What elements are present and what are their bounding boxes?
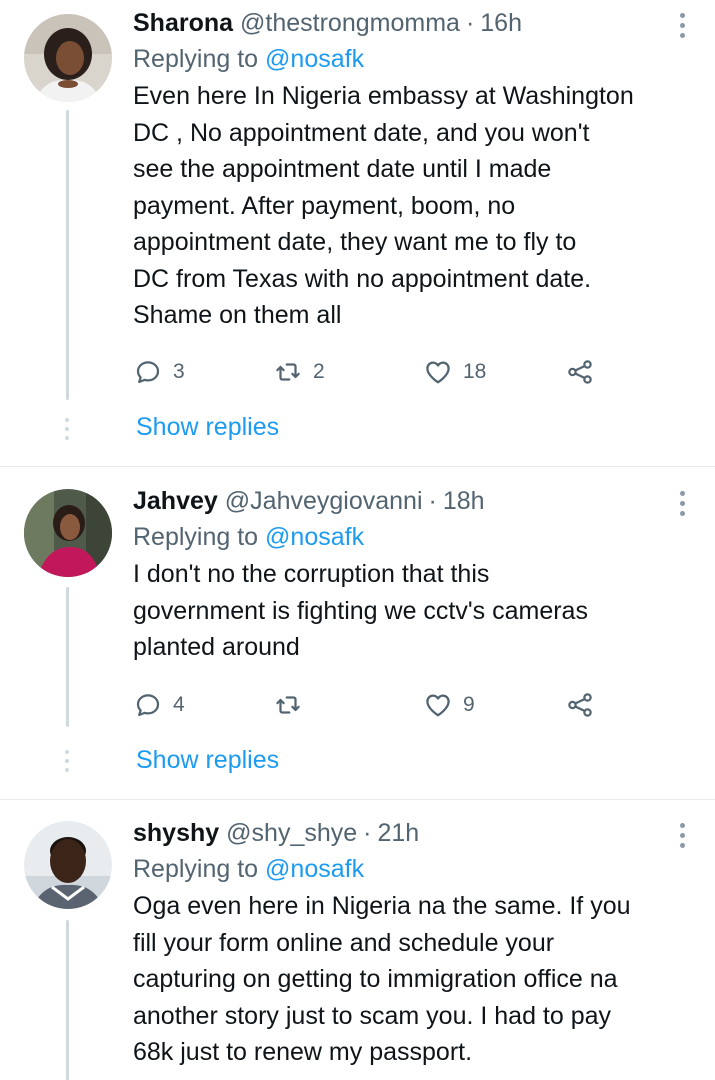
avatar[interactable] bbox=[24, 821, 112, 909]
retweet-icon bbox=[276, 363, 300, 381]
thread-line bbox=[66, 920, 69, 1080]
like-button[interactable]: 18 bbox=[423, 357, 486, 387]
reply-button[interactable]: 4 bbox=[133, 690, 185, 720]
thread-line bbox=[66, 110, 69, 400]
display-name[interactable]: Jahvey bbox=[133, 486, 218, 516]
tweet-header: Sharona @thestrongmomma · 16h bbox=[133, 8, 695, 38]
retweet-count: 2 bbox=[313, 360, 325, 383]
share-button[interactable] bbox=[565, 690, 595, 720]
tweet-actions: 3 2 18 bbox=[133, 357, 613, 393]
reply-button[interactable]: 3 bbox=[133, 357, 185, 387]
replying-to: Replying to @nosafk bbox=[133, 522, 695, 552]
tweet[interactable]: Sharona @thestrongmomma · 16h Replying t… bbox=[0, 0, 715, 466]
tweet-text: I don't no the corruption that this gove… bbox=[133, 560, 588, 661]
replying-to: Replying to @nosafk bbox=[133, 854, 695, 884]
heart-icon bbox=[426, 361, 450, 384]
display-name[interactable]: shyshy bbox=[133, 818, 219, 848]
heart-icon bbox=[426, 694, 450, 717]
timestamp[interactable]: 16h bbox=[480, 8, 522, 38]
retweet-icon bbox=[276, 696, 300, 714]
timestamp[interactable]: 18h bbox=[443, 486, 485, 516]
replying-to: Replying to @nosafk bbox=[133, 44, 695, 74]
retweet-button[interactable] bbox=[273, 690, 313, 720]
reply-icon bbox=[136, 694, 160, 717]
reply-count: 3 bbox=[173, 360, 185, 383]
reply-count: 4 bbox=[173, 693, 185, 716]
retweet-button[interactable]: 2 bbox=[273, 357, 325, 387]
tweet-body: shyshy @shy_shye · 21h Replying to @nosa… bbox=[133, 818, 695, 1071]
thread-dots bbox=[64, 750, 70, 772]
share-button[interactable] bbox=[565, 357, 595, 387]
replying-to-label: Replying to bbox=[133, 45, 259, 73]
tweet-body: Sharona @thestrongmomma · 16h Replying t… bbox=[133, 8, 695, 334]
avatar[interactable] bbox=[24, 489, 112, 577]
avatar-jahvey-image bbox=[24, 489, 112, 577]
like-button[interactable]: 9 bbox=[423, 690, 475, 720]
like-count: 9 bbox=[463, 693, 475, 716]
tweet-header: shyshy @shy_shye · 21h bbox=[133, 818, 695, 848]
reply-feed: Sharona @thestrongmomma · 16h Replying t… bbox=[0, 0, 715, 1080]
avatar[interactable] bbox=[24, 14, 112, 102]
replying-to-handle[interactable]: @nosafk bbox=[265, 523, 364, 551]
user-handle[interactable]: @shy_shye bbox=[226, 818, 357, 848]
share-icon bbox=[568, 693, 592, 717]
tweet-text: Oga even here in Nigeria na the same. If… bbox=[133, 892, 631, 1066]
thread-line bbox=[66, 587, 69, 727]
separator: · bbox=[465, 9, 475, 37]
tweet-body: Jahvey @Jahveygiovanni · 18h Replying to… bbox=[133, 486, 695, 666]
user-handle[interactable]: @thestrongmomma bbox=[240, 8, 460, 38]
separator: · bbox=[363, 819, 372, 847]
replying-to-label: Replying to bbox=[133, 855, 259, 883]
avatar-sharona-image bbox=[24, 14, 112, 102]
user-handle[interactable]: @Jahveygiovanni bbox=[225, 486, 423, 516]
replying-to-label: Replying to bbox=[133, 523, 259, 551]
tweet[interactable]: Jahvey @Jahveygiovanni · 18h Replying to… bbox=[0, 466, 715, 799]
tweet-actions: 4 9 bbox=[133, 690, 613, 726]
tweet-text: Even here In Nigeria embassy at Washingt… bbox=[133, 82, 634, 329]
reply-icon bbox=[136, 361, 160, 384]
display-name[interactable]: Sharona bbox=[133, 8, 233, 38]
tweet[interactable]: shyshy @shy_shye · 21h Replying to @nosa… bbox=[0, 799, 715, 1080]
share-icon bbox=[568, 360, 592, 384]
show-replies-link[interactable]: Show replies bbox=[136, 745, 279, 775]
thread-dots bbox=[64, 418, 70, 440]
timestamp[interactable]: 21h bbox=[378, 818, 420, 848]
like-count: 18 bbox=[463, 360, 487, 383]
replying-to-handle[interactable]: @nosafk bbox=[265, 45, 364, 73]
show-replies-link[interactable]: Show replies bbox=[136, 412, 279, 442]
avatar-shyshy-image bbox=[24, 821, 112, 909]
separator: · bbox=[428, 487, 437, 515]
replying-to-handle[interactable]: @nosafk bbox=[265, 855, 364, 883]
tweet-header: Jahvey @Jahveygiovanni · 18h bbox=[133, 486, 695, 516]
